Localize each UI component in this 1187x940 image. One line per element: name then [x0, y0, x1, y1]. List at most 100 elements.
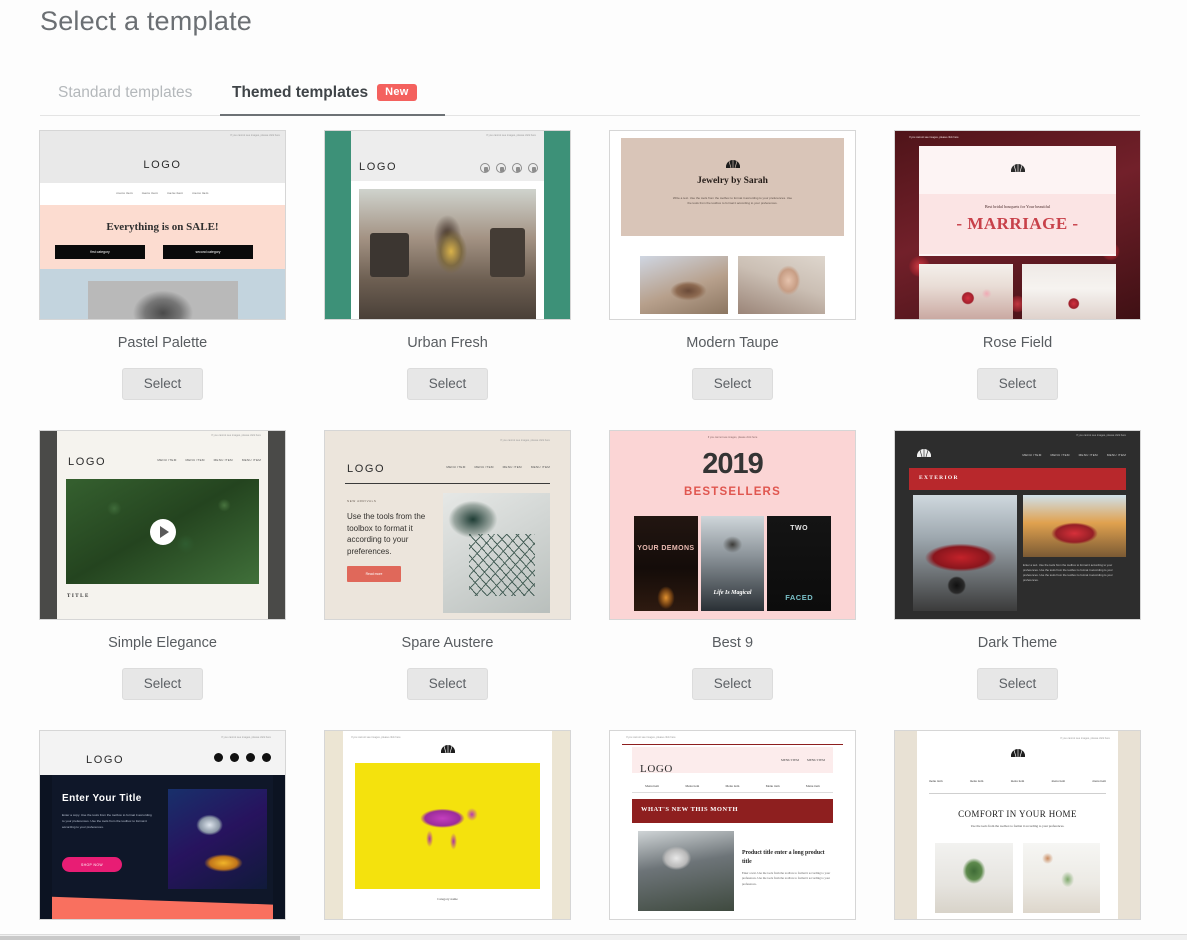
preheader-text: If you cannot see images, please click h…	[626, 736, 676, 739]
nav-item: MENU ITEM	[1050, 453, 1070, 457]
fan-logo-icon	[917, 449, 931, 457]
simple-elegance-preview: If you cannot see images, please click h…	[40, 431, 285, 619]
template-card-whats-new[interactable]: If you cannot see images, please click h…	[609, 730, 856, 920]
pinterest-icon	[512, 163, 522, 173]
divider	[345, 483, 550, 484]
select-button[interactable]: Select	[976, 668, 1059, 700]
twitter-icon	[496, 163, 506, 173]
template-thumbnail[interactable]: Jewelry by Sarah Write a text. Use the t…	[609, 130, 856, 320]
template-name: Rose Field	[982, 335, 1053, 351]
template-card-enter-your-title[interactable]: If you cannot see images, please click h…	[39, 730, 286, 920]
preheader-text: If you cannot see images, please click h…	[486, 134, 536, 137]
taupe-blurb: Write a text. Use the tools from the too…	[672, 196, 793, 206]
select-button[interactable]: Select	[691, 368, 774, 400]
nav-item: MENU ITEM	[1078, 453, 1098, 457]
template-thumbnail[interactable]: If you cannot see images, please click h…	[894, 430, 1141, 620]
comfort-image-1	[935, 843, 1013, 913]
rose-panel: Best bridal bouquets for Your beautiful …	[919, 146, 1116, 256]
navy-header-band: If you cannot see images, please click h…	[40, 731, 285, 775]
simple-video-thumbnail	[66, 479, 259, 584]
template-thumbnail[interactable]: If you cannot see images, please click h…	[894, 730, 1141, 920]
nav-item: Menu item	[685, 783, 700, 788]
rose-image-row	[919, 264, 1116, 319]
preheader-text: If you cannot see images, please click h…	[221, 736, 271, 739]
dark-body-text: Enter a text. Use the tools from the too…	[1023, 563, 1113, 582]
horizontal-scrollbar[interactable]	[0, 934, 1187, 940]
spare-nav: MENU ITEM MENU ITEM MENU ITEM MENU ITEM	[446, 465, 550, 469]
select-button[interactable]: Select	[976, 368, 1059, 400]
tab-standard-templates[interactable]: Standard templates	[58, 84, 192, 116]
template-thumbnail[interactable]: If you cannot see images, please click h…	[609, 430, 856, 620]
template-card-modern-taupe[interactable]: Jewelry by Sarah Write a text. Use the t…	[609, 130, 856, 400]
pastel-nav: menu item menu item menu item menu item	[40, 191, 285, 195]
template-card-category[interactable]: If you cannot see images, please click h…	[324, 730, 571, 920]
top-rule	[622, 744, 843, 745]
tab-standard-label: Standard templates	[58, 84, 193, 101]
template-card-dark-theme[interactable]: If you cannot see images, please click h…	[894, 430, 1141, 700]
rose-subhead: Best bridal bouquets for Your beautiful	[984, 204, 1051, 209]
nav-item: MENU ITEM	[530, 465, 550, 469]
template-thumbnail[interactable]: If you cannot see images, please click h…	[39, 730, 286, 920]
left-margin	[895, 731, 917, 919]
news-main-menu: Menu item Menu item Menu item Menu item …	[632, 779, 833, 793]
tab-themed-templates[interactable]: Themed templates New	[220, 84, 445, 116]
select-button[interactable]: Select	[691, 668, 774, 700]
dark-nav: MENU ITEM MENU ITEM MENU ITEM MENU ITEM	[1022, 453, 1126, 457]
news-top-menu: MENU ITEM MENU ITEM	[781, 758, 825, 762]
nav-item: menu item	[929, 779, 943, 783]
template-row: If you cannot see images, please click h…	[0, 730, 1187, 940]
template-card-urban-fresh[interactable]: If you cannot see images, please click h…	[324, 130, 571, 400]
spare-austere-preview: If you cannot see images, please click h…	[325, 431, 570, 619]
template-thumbnail[interactable]: If you cannot see images, please click h…	[324, 430, 571, 620]
navy-hero-image	[168, 789, 267, 889]
template-card-comfort[interactable]: If you cannot see images, please click h…	[894, 730, 1141, 920]
template-card-best-9[interactable]: If you cannot see images, please click h…	[609, 430, 856, 700]
nav-item: MENU ITEM	[185, 458, 205, 462]
template-card-rose-field[interactable]: If you cannot see images, please click h…	[894, 130, 1141, 400]
select-button[interactable]: Select	[406, 368, 489, 400]
navy-title: Enter Your Title	[62, 793, 142, 804]
template-thumbnail[interactable]: If you cannot see images, please click h…	[609, 730, 856, 920]
template-card-pastel-palette[interactable]: LOGO If you cannot see images, please cl…	[39, 130, 286, 400]
left-bar	[40, 431, 57, 619]
horse-figure-image	[401, 794, 494, 858]
preheader-text: If you cannot see images, please click h…	[211, 434, 261, 437]
right-margin	[1118, 731, 1140, 919]
template-thumbnail[interactable]: If you cannot see images, please click h…	[324, 730, 571, 920]
nav-item: MENU ITEM	[446, 465, 466, 469]
template-thumbnail[interactable]: LOGO If you cannot see images, please cl…	[39, 130, 286, 320]
navy-copy: Enter a copy. Use the tools from the too…	[62, 813, 152, 829]
cover-1-title: YOUR DEMONS	[637, 544, 695, 552]
preheader-text: If you cannot see images, please click h…	[707, 436, 758, 439]
nav-item: menu item	[969, 779, 984, 783]
preheader-text: If you cannot see images, please click h…	[351, 736, 401, 739]
nav-item: MENU ITEM	[241, 458, 261, 462]
nav-item: menu item	[1051, 779, 1066, 783]
pastel-palette-preview: LOGO If you cannot see images, please cl…	[40, 131, 285, 319]
template-card-simple-elegance[interactable]: If you cannot see images, please click h…	[39, 430, 286, 700]
logo-text: LOGO	[143, 159, 182, 171]
template-card-spare-austere[interactable]: If you cannot see images, please click h…	[324, 430, 571, 700]
template-thumbnail[interactable]: If you cannot see images, please click h…	[324, 130, 571, 320]
spare-copy: Use the tools from the toolbox to format…	[347, 512, 426, 556]
social-icons	[480, 163, 538, 173]
nav-item: MENU ITEM	[781, 758, 800, 762]
template-name: Urban Fresh	[407, 335, 488, 351]
comfort-nav: menu item menu item menu item menu item …	[929, 779, 1106, 783]
whats-new-preview: If you cannot see images, please click h…	[610, 731, 855, 919]
category-button-2: second category	[163, 245, 253, 259]
select-button[interactable]: Select	[406, 668, 489, 700]
book-cover-2: Life Is Magical	[700, 516, 765, 611]
best-subtitle: BESTSELLERS	[684, 486, 781, 498]
select-button[interactable]: Select	[121, 668, 204, 700]
whats-new-banner-text: WHAT'S NEW THIS MONTH	[641, 806, 739, 813]
select-button[interactable]: Select	[121, 368, 204, 400]
template-thumbnail[interactable]: If you cannot see images, please click h…	[39, 430, 286, 620]
logo-text: LOGO	[86, 754, 125, 766]
navy-footer-shape	[52, 896, 273, 919]
urban-header-band	[351, 131, 544, 181]
template-name: Spare Austere	[401, 635, 494, 651]
dark-car-image-1	[913, 495, 1017, 611]
nav-item: MENU ITEM	[1022, 453, 1042, 457]
template-thumbnail[interactable]: If you cannot see images, please click h…	[894, 130, 1141, 320]
